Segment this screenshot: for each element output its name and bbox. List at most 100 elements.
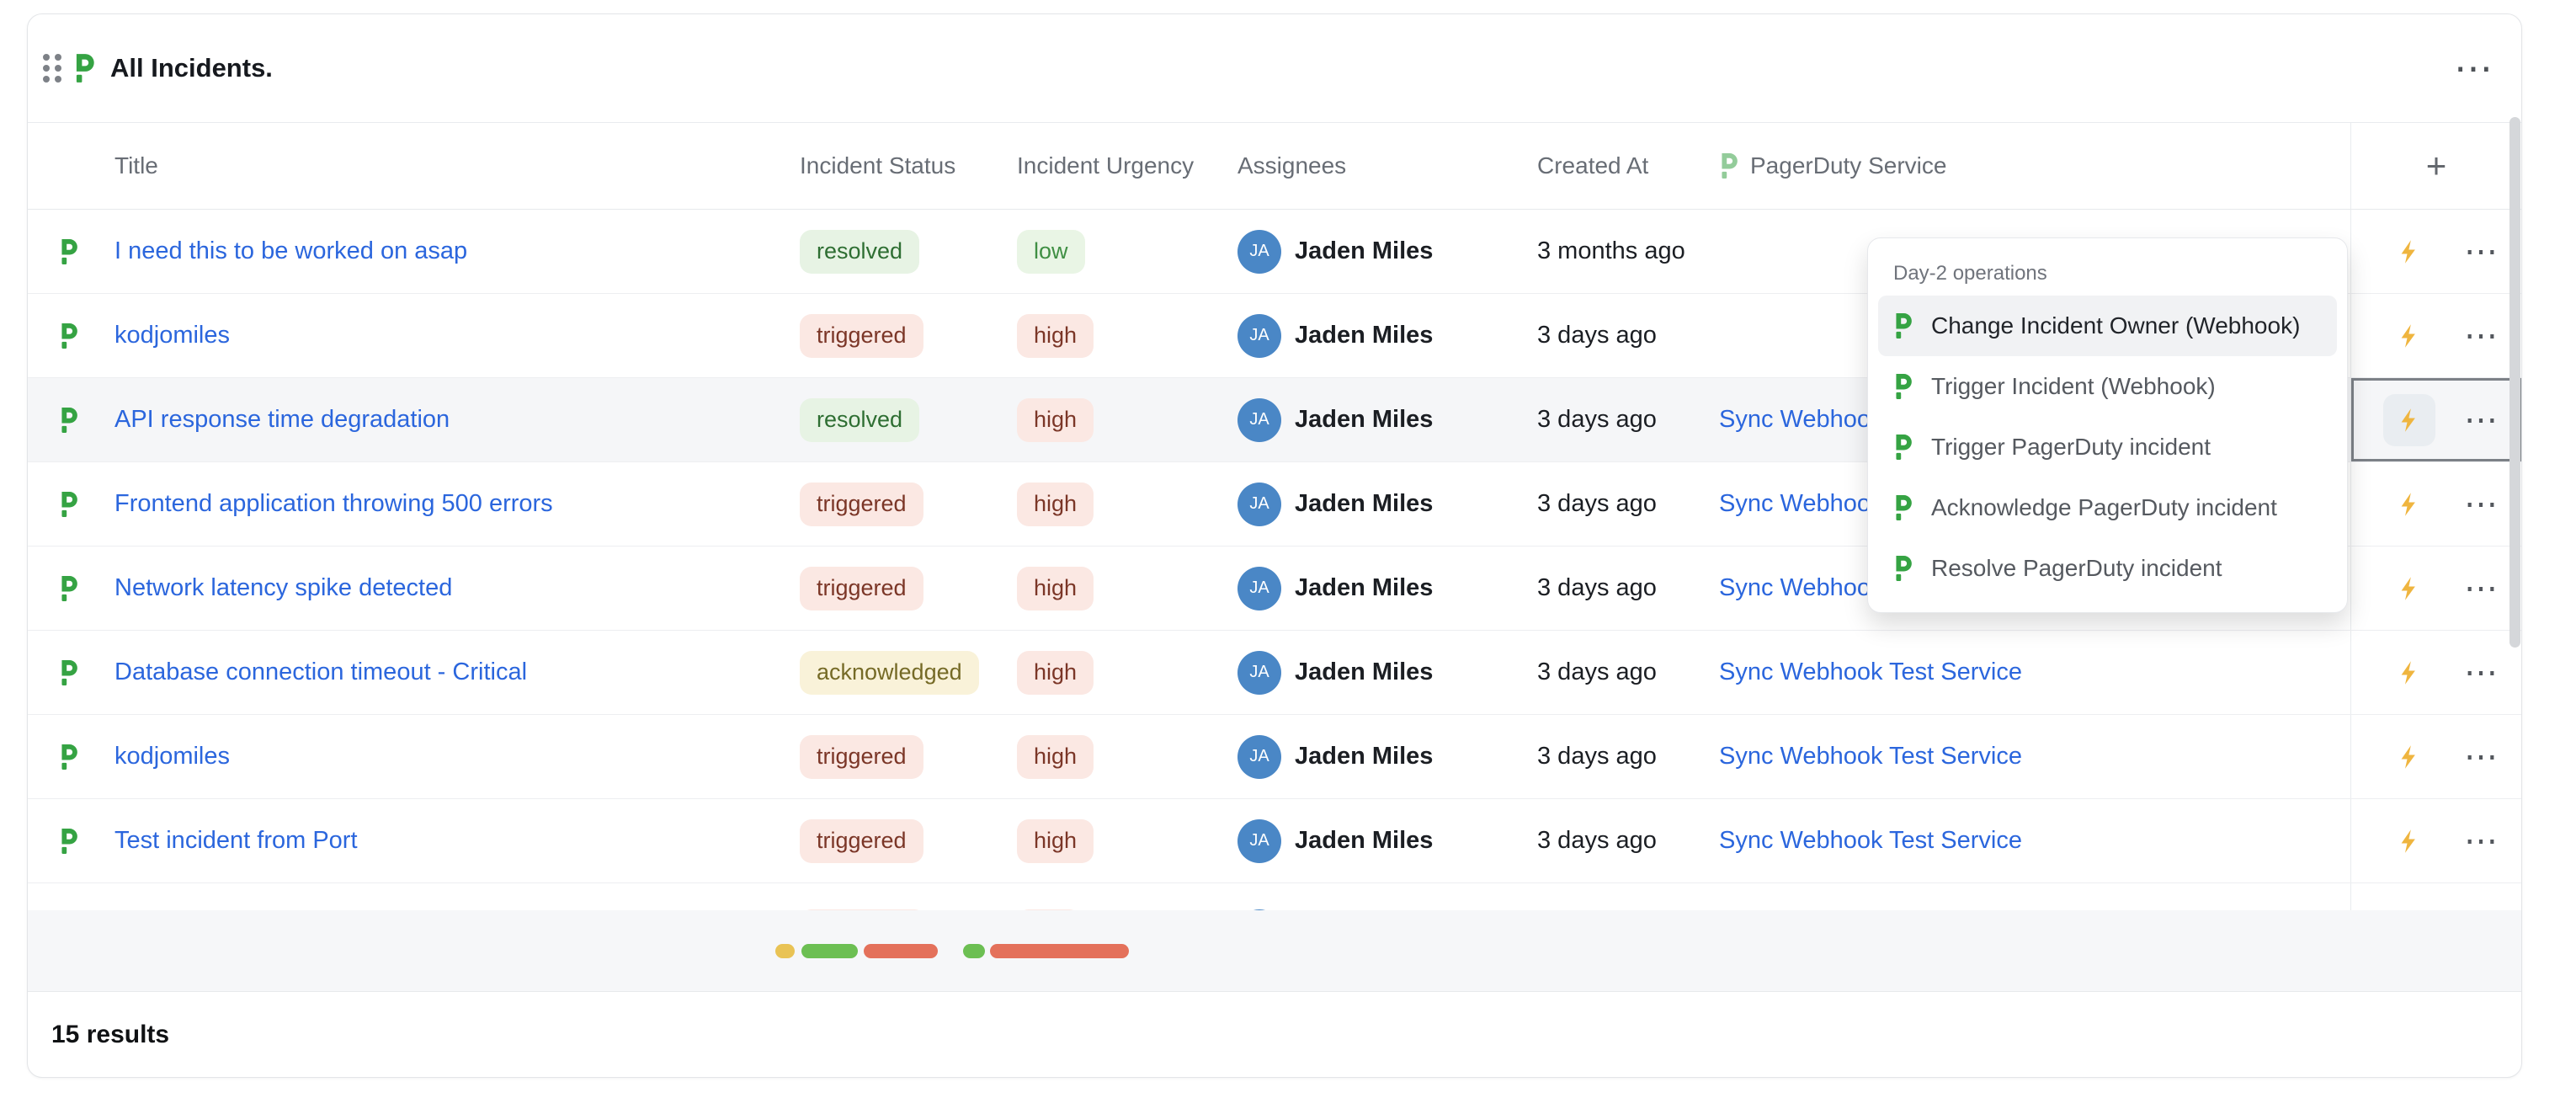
- status-badge: [800, 909, 926, 910]
- summary-pill: [864, 944, 938, 958]
- service-link[interactable]: Sync Webhook Test Service: [1719, 827, 2022, 855]
- actions-bolt-button[interactable]: [2383, 226, 2435, 278]
- menu-section-label: Day-2 operations: [1878, 250, 2337, 296]
- assignee-avatar: JA: [1237, 230, 1281, 274]
- add-column-button[interactable]: +: [2350, 123, 2521, 209]
- actions-bolt-button[interactable]: [2383, 731, 2435, 783]
- pagerduty-icon: [1719, 153, 1738, 179]
- row-menu-button[interactable]: ⋯: [2464, 656, 2498, 690]
- assignee-avatar: JA: [1237, 483, 1281, 526]
- pagerduty-icon: [59, 744, 78, 770]
- assignee-avatar: JA: [1237, 651, 1281, 695]
- menu-item[interactable]: Change Incident Owner (Webhook): [1878, 296, 2337, 356]
- created-at: 3 days ago: [1537, 378, 1719, 461]
- widget-footer: 15 results: [28, 992, 2521, 1078]
- table-row[interactable]: Database connection timeout - Critical a…: [28, 631, 2521, 715]
- column-header-urgency[interactable]: Incident Urgency: [1017, 123, 1237, 209]
- status-badge: resolved: [800, 398, 919, 442]
- service-link[interactable]: Sync Webhook Test Service: [1719, 658, 2022, 686]
- bolt-icon: [2397, 827, 2422, 856]
- menu-item[interactable]: Trigger Incident (Webhook): [1878, 356, 2337, 417]
- row-menu-button[interactable]: ⋯: [2464, 824, 2498, 858]
- urgency-badge: low: [1017, 230, 1085, 274]
- created-at: 3 days ago: [1537, 546, 1719, 630]
- incident-title-link[interactable]: Database connection timeout - Critical: [114, 658, 527, 686]
- pagerduty-icon: [1893, 313, 1913, 339]
- bolt-icon: [2397, 574, 2422, 603]
- pagerduty-row-icon: [59, 323, 78, 349]
- status-badge: triggered: [800, 819, 923, 863]
- table-header-row: Title Incident Status Incident Urgency A…: [28, 122, 2521, 210]
- pagerduty-icon: [1893, 495, 1913, 520]
- assignee-avatar: JA: [1237, 567, 1281, 610]
- pagerduty-icon: [59, 660, 78, 685]
- pagerduty-icon: [1893, 374, 1913, 399]
- actions-bolt-button[interactable]: [2383, 478, 2435, 531]
- urgency-badge: [1017, 909, 1081, 910]
- bolt-icon: [2397, 490, 2422, 519]
- row-menu-button[interactable]: ⋯: [2464, 235, 2498, 269]
- summary-pill: [801, 944, 858, 958]
- summary-pill: [963, 944, 985, 958]
- incident-title-link[interactable]: kodjomiles: [114, 322, 230, 349]
- service-link[interactable]: Sync Webhook Test Service: [1719, 743, 2022, 770]
- actions-bolt-button[interactable]: [2383, 815, 2435, 867]
- pagerduty-icon: [59, 408, 78, 433]
- pagerduty-icon: [1893, 556, 1913, 581]
- urgency-badge: high: [1017, 819, 1094, 863]
- actions-bolt-button[interactable]: [2383, 394, 2435, 446]
- widget-header: All Incidents. ⋯: [28, 14, 2521, 122]
- menu-item[interactable]: Trigger PagerDuty incident: [1878, 417, 2337, 477]
- created-at: 3 days ago: [1537, 294, 1719, 377]
- actions-bolt-button[interactable]: [2383, 562, 2435, 615]
- column-header-title[interactable]: Title: [109, 123, 800, 209]
- vertical-scrollbar-thumb[interactable]: [2509, 117, 2520, 648]
- incident-title-link[interactable]: kodjomiles: [114, 743, 230, 770]
- actions-bolt-button[interactable]: [2383, 310, 2435, 362]
- all-incidents-widget: All Incidents. ⋯ Title Incident Status I…: [27, 13, 2522, 1078]
- status-badge: resolved: [800, 230, 919, 274]
- pagerduty-icon: [59, 323, 78, 349]
- row-menu-button[interactable]: ⋯: [2464, 403, 2498, 437]
- widget-menu-button[interactable]: ⋯: [2454, 49, 2493, 88]
- assignee-name: Jaden Miles: [1295, 406, 1433, 434]
- incident-title-link[interactable]: I need this to be worked on asap: [114, 237, 467, 265]
- table-row[interactable]: Test incident from Port triggered high J…: [28, 799, 2521, 883]
- table-row-partial: [28, 883, 2521, 910]
- row-menu-button[interactable]: ⋯: [2464, 319, 2498, 353]
- day2-operations-menu: Day-2 operations Change Incident Owner (…: [1867, 237, 2348, 613]
- incident-title-link[interactable]: Frontend application throwing 500 errors: [114, 490, 553, 518]
- pagerduty-row-icon: [59, 744, 78, 770]
- row-menu-button[interactable]: ⋯: [2464, 740, 2498, 774]
- row-menu-button[interactable]: ⋯: [2464, 572, 2498, 605]
- pagerduty-icon: [1893, 313, 1913, 339]
- urgency-badge: high: [1017, 567, 1094, 610]
- actions-bolt-button[interactable]: [2383, 647, 2435, 699]
- assignee-name: Jaden Miles: [1295, 490, 1433, 518]
- pagerduty-row-icon: [59, 408, 78, 433]
- bolt-icon: [2397, 322, 2422, 350]
- urgency-badge: high: [1017, 314, 1094, 358]
- assignee-avatar: [1237, 909, 1281, 910]
- incident-title-link[interactable]: Test incident from Port: [114, 827, 358, 855]
- column-header-created[interactable]: Created At: [1537, 123, 1719, 209]
- column-header-service[interactable]: PagerDuty Service: [1719, 123, 2350, 209]
- drag-handle-icon[interactable]: [43, 54, 61, 83]
- pagerduty-icon: [59, 829, 78, 854]
- incident-title-link[interactable]: Network latency spike detected: [114, 574, 452, 602]
- bolt-icon: [2397, 406, 2422, 435]
- table-row[interactable]: kodjomiles triggered high JAJaden Miles …: [28, 715, 2521, 799]
- assignee-name: Jaden Miles: [1295, 322, 1433, 349]
- menu-item[interactable]: Acknowledge PagerDuty incident: [1878, 477, 2337, 538]
- assignee-avatar: JA: [1237, 314, 1281, 358]
- assignee-avatar: JA: [1237, 398, 1281, 442]
- pagerduty-row-icon: [59, 660, 78, 685]
- column-header-status[interactable]: Incident Status: [800, 123, 1017, 209]
- incident-title-link[interactable]: API response time degradation: [114, 406, 450, 434]
- pagerduty-icon: [1893, 435, 1913, 460]
- menu-item[interactable]: Resolve PagerDuty incident: [1878, 538, 2337, 599]
- assignee-name: Jaden Miles: [1295, 574, 1433, 602]
- row-menu-button[interactable]: ⋯: [2464, 488, 2498, 521]
- summary-pill: [775, 944, 795, 958]
- column-header-assignees[interactable]: Assignees: [1237, 123, 1537, 209]
